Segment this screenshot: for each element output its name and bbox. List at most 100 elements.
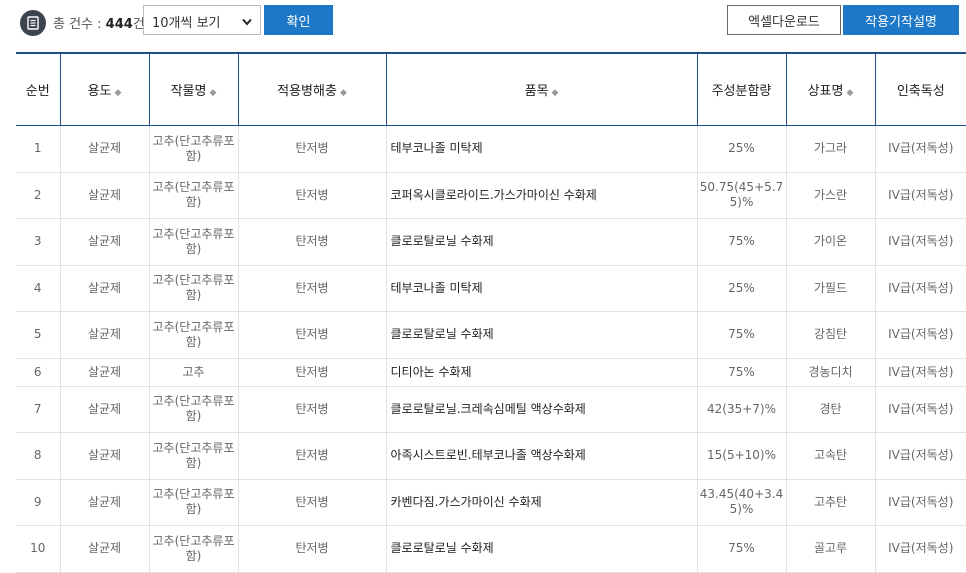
total-count-label: 총 건수 : 444건 bbox=[53, 13, 145, 32]
pest-cell: 탄저병 bbox=[237, 125, 386, 173]
use-cell: 살균제 bbox=[59, 265, 149, 312]
pest-cell: 탄저병 bbox=[237, 311, 386, 359]
use-cell: 살균제 bbox=[59, 432, 149, 480]
use-cell: 살균제 bbox=[59, 358, 149, 387]
crop-cell: 고추(단고추류포함) bbox=[148, 525, 238, 573]
column-header-toxicity: 인축독성 bbox=[874, 52, 966, 126]
toxicity-cell: IV급(저독성) bbox=[874, 358, 966, 387]
use-cell: 살균제 bbox=[59, 311, 149, 359]
crop-cell: 고추(단고추류포함) bbox=[148, 172, 238, 219]
per-page-select[interactable]: 10개씩 보기 bbox=[143, 5, 261, 35]
brand-cell: 경농디치 bbox=[785, 358, 875, 387]
toxicity-cell: IV급(저독성) bbox=[874, 125, 966, 173]
content-cell: 75% bbox=[696, 311, 786, 359]
toxicity-cell: IV급(저독성) bbox=[874, 172, 966, 219]
pest-cell: 탄저병 bbox=[237, 218, 386, 266]
row-number-cell: 2 bbox=[16, 172, 60, 219]
toolbar: 총 건수 : 444건 10개씩 보기 확인 엑셀다운로드 작용기작설명 bbox=[0, 0, 966, 44]
brand-cell: 고속탄 bbox=[785, 432, 875, 480]
toxicity-cell: IV급(저독성) bbox=[874, 265, 966, 312]
row-number-cell: 1 bbox=[16, 125, 60, 173]
table-row[interactable]: 7 살균제 고추(단고추류포함) 탄저병 클로로탈로닐.크레속심메틸 액상수화제 42(3… bbox=[16, 386, 966, 433]
crop-cell: 고추(단고추류포함) bbox=[148, 311, 238, 359]
content-cell: 50.75(45+5.75)% bbox=[696, 172, 786, 219]
table-row[interactable]: 5 살균제 고추(단고추류포함) 탄저병 클로로탈로닐 수화제 75% 강침탄 IV급(저독성… bbox=[16, 311, 966, 359]
brand-cell: 강침탄 bbox=[785, 311, 875, 359]
per-page-value: 10개씩 보기 bbox=[152, 16, 221, 31]
content-cell: 75% bbox=[696, 525, 786, 573]
crop-cell: 고추(단고추류포함) bbox=[148, 125, 238, 173]
content-cell: 75% bbox=[696, 358, 786, 387]
confirm-button[interactable]: 확인 bbox=[264, 5, 333, 35]
column-header-use[interactable]: 용도 ◆ bbox=[59, 52, 149, 126]
brand-cell: 경탄 bbox=[785, 386, 875, 433]
product-cell: 클로로탈로닐 수화제 bbox=[385, 218, 697, 266]
table-row[interactable]: 6 살균제 고추 탄저병 디티아논 수화제 75% 경농디치 IV급(저독성) bbox=[16, 358, 966, 387]
table-row[interactable]: 10 살균제 고추(단고추류포함) 탄저병 클로로탈로닐 수화제 75% 골고루 IV급(저독… bbox=[16, 525, 966, 573]
crop-cell: 고추(단고추류포함) bbox=[148, 218, 238, 266]
product-cell: 클로로탈로닐 수화제 bbox=[385, 311, 697, 359]
row-number-cell: 3 bbox=[16, 218, 60, 266]
product-cell: 테부코나졸 미탁제 bbox=[385, 125, 697, 173]
table-row[interactable]: 3 살균제 고추(단고추류포함) 탄저병 클로로탈로닐 수화제 75% 가이온 IV급(저독성… bbox=[16, 218, 966, 266]
table-row[interactable]: 4 살균제 고추(단고추류포함) 탄저병 테부코나졸 미탁제 25% 가필드 IV급(저독성) bbox=[16, 265, 966, 312]
row-number-cell: 10 bbox=[16, 525, 60, 573]
pest-cell: 탄저병 bbox=[237, 265, 386, 312]
toxicity-cell: IV급(저독성) bbox=[874, 218, 966, 266]
use-cell: 살균제 bbox=[59, 479, 149, 526]
use-cell: 살균제 bbox=[59, 386, 149, 433]
use-cell: 살균제 bbox=[59, 525, 149, 573]
table-row[interactable]: 2 살균제 고추(단고추류포함) 탄저병 코퍼옥시클로라이드.가스가마이신 수화제 50.… bbox=[16, 172, 966, 219]
pest-cell: 탄저병 bbox=[237, 386, 386, 433]
document-icon bbox=[20, 10, 46, 36]
product-cell: 클로로탈로닐.크레속심메틸 액상수화제 bbox=[385, 386, 697, 433]
row-number-cell: 8 bbox=[16, 432, 60, 480]
toxicity-cell: IV급(저독성) bbox=[874, 525, 966, 573]
crop-cell: 고추(단고추류포함) bbox=[148, 479, 238, 526]
total-prefix: 총 건수 : bbox=[53, 17, 106, 32]
crop-cell: 고추(단고추류포함) bbox=[148, 386, 238, 433]
toxicity-cell: IV급(저독성) bbox=[874, 432, 966, 480]
column-header-content: 주성분함량 bbox=[696, 52, 786, 126]
sort-icon: ◆ bbox=[114, 88, 122, 98]
sort-icon: ◆ bbox=[551, 88, 559, 98]
brand-cell: 고추탄 bbox=[785, 479, 875, 526]
column-header-product[interactable]: 품목 ◆ bbox=[385, 52, 697, 126]
use-cell: 살균제 bbox=[59, 125, 149, 173]
brand-cell: 골고루 bbox=[785, 525, 875, 573]
sort-icon: ◆ bbox=[209, 88, 217, 98]
content-cell: 15(5+10)% bbox=[696, 432, 786, 480]
column-header-brand[interactable]: 상표명 ◆ bbox=[785, 52, 875, 126]
row-number-cell: 4 bbox=[16, 265, 60, 312]
toxicity-cell: IV급(저독성) bbox=[874, 479, 966, 526]
chevron-down-icon bbox=[242, 15, 252, 30]
table-row[interactable]: 1 살균제 고추(단고추류포함) 탄저병 테부코나졸 미탁제 25% 가그라 IV급(저독성) bbox=[16, 125, 966, 173]
pesticide-table: 순번 용도 ◆ 작물명 ◆ 적용병해충 ◆ 품목 ◆ 주성분함량 상표명 ◆ 인축독성 1… bbox=[16, 52, 966, 573]
content-cell: 42(35+7)% bbox=[696, 386, 786, 433]
pest-cell: 탄저병 bbox=[237, 479, 386, 526]
pest-cell: 탄저병 bbox=[237, 432, 386, 480]
row-number-cell: 6 bbox=[16, 358, 60, 387]
pest-cell: 탄저병 bbox=[237, 525, 386, 573]
table-header: 순번 용도 ◆ 작물명 ◆ 적용병해충 ◆ 품목 ◆ 주성분함량 상표명 ◆ 인축독성 bbox=[16, 52, 966, 126]
row-number-cell: 5 bbox=[16, 311, 60, 359]
mode-of-action-guide-button[interactable]: 작용기작설명 bbox=[843, 5, 959, 35]
table-body: 1 살균제 고추(단고추류포함) 탄저병 테부코나졸 미탁제 25% 가그라 IV급(저독성)… bbox=[16, 125, 966, 573]
excel-download-button[interactable]: 엑셀다운로드 bbox=[727, 5, 841, 35]
brand-cell: 가이온 bbox=[785, 218, 875, 266]
row-number-cell: 7 bbox=[16, 386, 60, 433]
crop-cell: 고추(단고추류포함) bbox=[148, 432, 238, 480]
use-cell: 살균제 bbox=[59, 172, 149, 219]
column-header-crop[interactable]: 작물명 ◆ bbox=[148, 52, 238, 126]
table-row[interactable]: 8 살균제 고추(단고추류포함) 탄저병 아족시스트로빈.테부코나졸 액상수화제 15(5… bbox=[16, 432, 966, 480]
content-cell: 43.45(40+3.45)% bbox=[696, 479, 786, 526]
product-cell: 카벤다짐.가스가마이신 수화제 bbox=[385, 479, 697, 526]
product-cell: 코퍼옥시클로라이드.가스가마이신 수화제 bbox=[385, 172, 697, 219]
brand-cell: 가필드 bbox=[785, 265, 875, 312]
column-header-no: 순번 bbox=[16, 52, 60, 126]
column-header-pest[interactable]: 적용병해충 ◆ bbox=[237, 52, 386, 126]
row-number-cell: 9 bbox=[16, 479, 60, 526]
content-cell: 25% bbox=[696, 125, 786, 173]
table-row[interactable]: 9 살균제 고추(단고추류포함) 탄저병 카벤다짐.가스가마이신 수화제 43.45(40… bbox=[16, 479, 966, 526]
product-cell: 클로로탈로닐 수화제 bbox=[385, 525, 697, 573]
